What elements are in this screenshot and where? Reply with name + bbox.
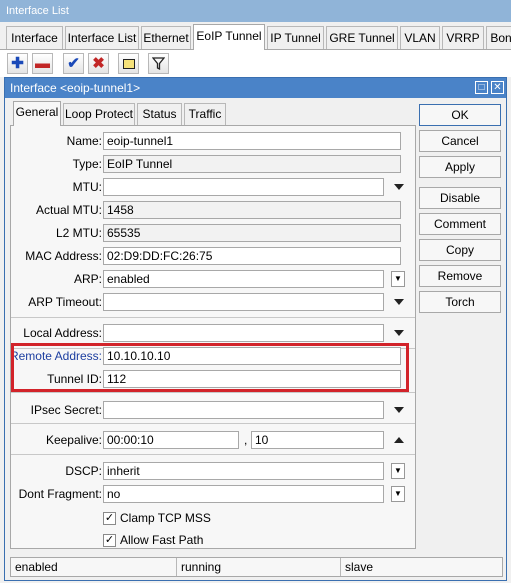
interface-dialog: Interface <eoip-tunnel1> □ ✕ General Loo… — [4, 77, 507, 581]
disable-button[interactable]: Disable — [419, 187, 501, 209]
allow-fast-path-checkbox[interactable]: ✓ Allow Fast Path — [103, 533, 203, 547]
dont-fragment-dropdown-icon[interactable]: ▼ — [391, 486, 405, 502]
toolbar: ✚ ▬ ✔ ✖ — [0, 50, 511, 77]
l2-mtu-value: 65535 — [103, 224, 401, 242]
dont-fragment-select[interactable]: no — [103, 485, 384, 503]
local-address-dropdown-icon[interactable] — [394, 330, 404, 336]
arp-timeout-input[interactable] — [103, 293, 384, 311]
type-label: Type: — [72, 157, 102, 171]
arp-timeout-label: ARP Timeout: — [28, 295, 102, 309]
keepalive-retries-input[interactable]: 10 — [251, 431, 384, 449]
mtu-input[interactable] — [103, 178, 384, 196]
dscp-select[interactable]: inherit — [103, 462, 384, 480]
arp-timeout-dropdown-icon[interactable] — [394, 299, 404, 305]
ipsec-secret-dropdown-icon[interactable] — [394, 407, 404, 413]
dscp-dropdown-icon[interactable]: ▼ — [391, 463, 405, 479]
mtu-label: MTU: — [72, 180, 102, 194]
cancel-button[interactable]: Cancel — [419, 130, 501, 152]
apply-button[interactable]: Apply — [419, 156, 501, 178]
divider — [11, 454, 415, 455]
arp-label: ARP: — [73, 272, 102, 286]
tab-vlan[interactable]: VLAN — [400, 26, 440, 49]
status-enabled: enabled — [11, 558, 177, 576]
torch-button[interactable]: Torch — [419, 291, 501, 313]
dscp-label: DSCP: — [65, 464, 102, 478]
highlight-annotation — [11, 343, 409, 392]
type-value: EoIP Tunnel — [103, 155, 401, 173]
filter-icon — [152, 57, 165, 70]
arp-select[interactable]: enabled — [103, 270, 384, 288]
minus-icon: ▬ — [35, 55, 50, 72]
status-slave: slave — [345, 560, 374, 574]
actual-mtu-label: Actual MTU: — [35, 203, 102, 217]
tab-general[interactable]: General — [13, 101, 61, 126]
x-icon: ✖ — [92, 55, 105, 72]
maximize-icon[interactable]: □ — [475, 81, 488, 94]
comment-button[interactable]: Comment — [419, 213, 501, 235]
outer-tab-bar: Interface Interface List Ethernet EoIP T… — [0, 24, 511, 50]
dont-fragment-label: Dont Fragment: — [18, 487, 102, 501]
tab-bonding[interactable]: Bon — [486, 26, 511, 49]
allow-fast-path-label: Allow Fast Path — [120, 533, 204, 547]
mac-address-label: MAC Address: — [25, 249, 102, 263]
clamp-tcp-mss-checkbox[interactable]: ✓ Clamp TCP MSS — [103, 511, 211, 525]
general-panel: Name: eoip-tunnel1 Type: EoIP Tunnel MTU… — [10, 125, 416, 549]
tab-interface[interactable]: Interface — [6, 26, 63, 49]
arp-dropdown-icon[interactable]: ▼ — [391, 271, 405, 287]
status-bar: enabled running slave — [10, 557, 503, 577]
tab-interface-list[interactable]: Interface List — [65, 26, 139, 49]
window-title: Interface List — [0, 0, 511, 22]
close-icon[interactable]: ✕ — [491, 81, 504, 94]
tab-eoip-tunnel[interactable]: EoIP Tunnel — [193, 24, 265, 50]
tab-ethernet[interactable]: Ethernet — [141, 26, 191, 49]
disable-button[interactable]: ✖ — [88, 53, 109, 74]
status-running: running — [177, 558, 341, 576]
tab-status[interactable]: Status — [137, 103, 182, 125]
name-input[interactable]: eoip-tunnel1 — [103, 132, 401, 150]
note-icon — [122, 58, 135, 69]
l2-mtu-label: L2 MTU: — [55, 226, 102, 240]
divider — [11, 317, 415, 318]
mac-address-input[interactable]: 02:D9:DD:FC:26:75 — [103, 247, 401, 265]
filter-button[interactable] — [148, 53, 169, 74]
tab-loop-protect[interactable]: Loop Protect — [63, 103, 135, 125]
local-address-input[interactable] — [103, 324, 384, 342]
checkbox-check-icon: ✓ — [103, 533, 116, 547]
keepalive-label: Keepalive: — [45, 433, 102, 447]
remove-button[interactable]: ▬ — [32, 53, 53, 74]
local-address-label: Local Address: — [23, 326, 102, 340]
plus-icon: ✚ — [11, 55, 24, 72]
ipsec-secret-label: IPsec Secret: — [30, 403, 102, 417]
name-label: Name: — [66, 134, 102, 148]
actual-mtu-value: 1458 — [103, 201, 401, 219]
mtu-dropdown-icon[interactable] — [394, 184, 404, 190]
remove-button[interactable]: Remove — [419, 265, 501, 287]
ok-button[interactable]: OK — [419, 104, 501, 126]
ipsec-secret-input[interactable] — [103, 401, 384, 419]
keepalive-collapse-icon[interactable] — [394, 437, 404, 443]
clamp-tcp-mss-label: Clamp TCP MSS — [120, 511, 211, 525]
tab-traffic[interactable]: Traffic — [184, 103, 226, 125]
enable-button[interactable]: ✔ — [63, 53, 84, 74]
check-icon: ✔ — [67, 55, 80, 72]
tab-vrrp[interactable]: VRRP — [442, 26, 484, 49]
comment-button[interactable] — [118, 53, 139, 74]
keepalive-interval-input[interactable]: 00:00:10 — [103, 431, 239, 449]
divider — [11, 423, 415, 424]
add-button[interactable]: ✚ — [7, 53, 28, 74]
checkbox-check-icon: ✓ — [103, 511, 116, 525]
tab-gre-tunnel[interactable]: GRE Tunnel — [326, 26, 398, 49]
divider — [11, 392, 415, 393]
dialog-title: Interface <eoip-tunnel1> — [5, 78, 506, 98]
copy-button[interactable]: Copy — [419, 239, 501, 261]
tab-ip-tunnel[interactable]: IP Tunnel — [267, 26, 324, 49]
keepalive-separator: , — [244, 433, 248, 447]
